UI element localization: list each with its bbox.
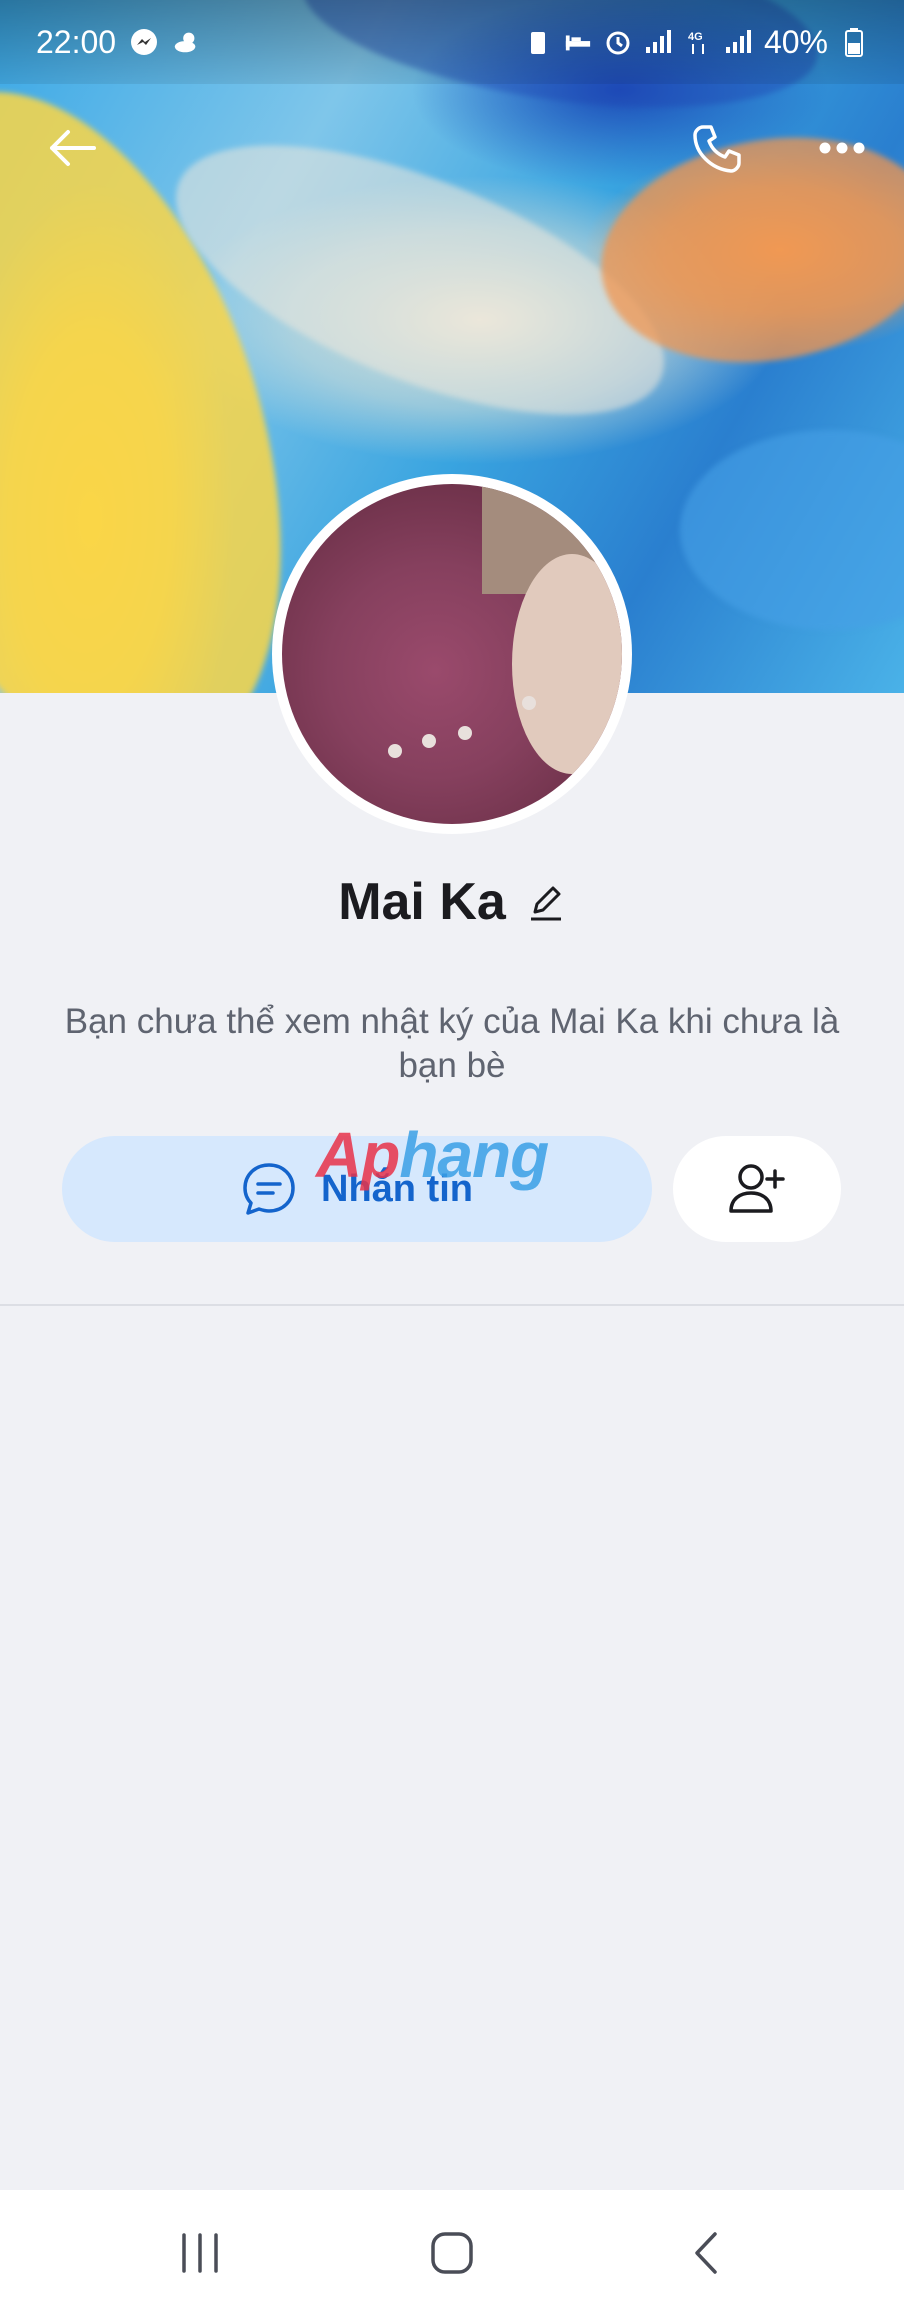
signal-icon [644, 28, 672, 56]
weather-icon [172, 28, 200, 56]
more-options-button[interactable] [802, 108, 882, 188]
svg-text:4G: 4G [688, 31, 703, 43]
avatar[interactable] [272, 474, 632, 834]
system-back-button[interactable] [656, 2210, 756, 2296]
back-button[interactable] [32, 108, 112, 188]
status-time: 22:00 [36, 23, 117, 60]
profile-name-row: Mai Ka [0, 872, 904, 932]
pencil-icon[interactable] [526, 882, 566, 922]
avatar-image [282, 484, 622, 824]
top-navigation [0, 100, 904, 196]
system-navigation-bar [0, 2190, 904, 2316]
profile-name: Mai Ka [338, 873, 506, 931]
home-button[interactable] [402, 2210, 502, 2296]
chevron-left-icon [695, 2232, 717, 2274]
signal-icon-2 [724, 28, 752, 56]
phone-icon [693, 125, 741, 173]
battery-saver-icon [524, 28, 552, 56]
status-bar: 22:00 4G 40% [0, 0, 904, 84]
recent-apps-icon [182, 2233, 218, 2273]
sleep-icon [564, 28, 592, 56]
arrow-left-icon [50, 130, 96, 166]
add-person-icon [729, 1164, 785, 1213]
home-icon [431, 2232, 473, 2274]
add-friend-button[interactable] [673, 1136, 841, 1242]
battery-icon [840, 28, 868, 57]
section-divider [0, 1304, 904, 1306]
chat-bubble-icon [243, 1163, 295, 1215]
4g-icon: 4G [684, 28, 712, 56]
more-dots-icon [819, 142, 865, 154]
watermark-logo: Aphang [316, 1119, 549, 1191]
alarm-icon [604, 28, 632, 56]
messenger-icon [130, 28, 158, 56]
call-button[interactable] [676, 108, 756, 188]
privacy-notice: Bạn chưa thể xem nhật ký của Mai Ka khi … [64, 1002, 840, 1085]
recent-apps-button[interactable] [150, 2210, 250, 2296]
battery-percent: 40% [763, 23, 828, 60]
